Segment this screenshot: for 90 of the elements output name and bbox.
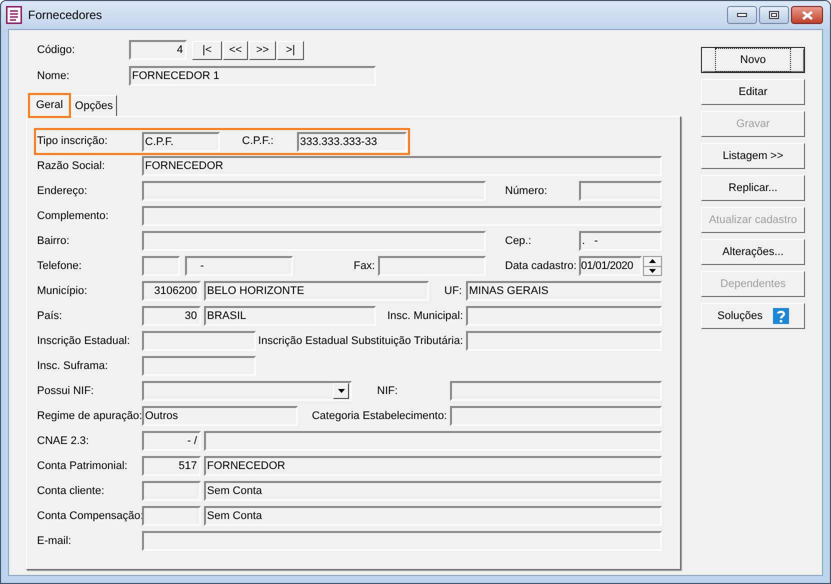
text-field[interactable] [142, 231, 486, 251]
code-field[interactable]: 30 [142, 306, 201, 326]
nav-button[interactable]: >> [249, 40, 276, 60]
name-field[interactable]: FORNECEDOR 1 [129, 66, 376, 86]
text-field[interactable]: . - [579, 231, 662, 251]
text-field[interactable] [142, 256, 180, 276]
text-field[interactable]: Outros [142, 406, 298, 426]
nav-button[interactable]: << [223, 40, 248, 60]
text-field[interactable] [142, 206, 662, 226]
text-field[interactable]: MINAS GERAIS [466, 281, 662, 301]
up-arrow-icon [649, 259, 656, 264]
text-field[interactable] [579, 181, 662, 201]
field-label: Código: [37, 44, 75, 56]
code-field[interactable]: 4 [129, 40, 187, 60]
text-field[interactable]: BRASIL [204, 306, 376, 326]
field-label: UF: [444, 284, 462, 299]
code-field[interactable] [142, 481, 201, 501]
text-field[interactable] [450, 406, 662, 426]
field-label: Razão Social: [37, 158, 105, 174]
nav-button[interactable]: |< [192, 40, 222, 60]
nav-button[interactable]: >| [277, 40, 304, 60]
action-button[interactable]: Alterações... [701, 239, 805, 265]
close-button[interactable] [791, 6, 823, 24]
field-label: Insc. Suframa: [37, 358, 108, 374]
help-icon [772, 308, 789, 324]
text-field[interactable] [378, 256, 486, 276]
text-field[interactable] [142, 331, 256, 351]
field-label: Inscrição Estadual: [37, 334, 130, 349]
text-field[interactable]: C.P.F. [142, 132, 220, 152]
text-field[interactable]: Sem Conta [204, 506, 662, 526]
code-field[interactable]: 517 [142, 456, 201, 476]
text-field[interactable] [466, 306, 662, 326]
text-field[interactable]: 333.333.333-33 [297, 132, 407, 152]
field-label: País: [37, 308, 62, 324]
field-label: Conta Compensação: [37, 508, 144, 524]
field-label: E-mail: [37, 534, 72, 549]
field-label: Município: [37, 284, 88, 299]
field-label: Telefone: [37, 258, 82, 274]
minimize-button[interactable] [727, 6, 757, 24]
field-label: Número: [505, 184, 548, 199]
spin-control[interactable] [643, 256, 662, 276]
text-field[interactable]: FORNECEDOR [142, 156, 662, 176]
maximize-button[interactable] [759, 6, 789, 24]
field-label: NIF: [377, 384, 398, 399]
text-field[interactable] [142, 531, 662, 551]
field-label: Inscrição Estadual Substituição Tributária: [258, 334, 463, 349]
code-field[interactable]: - / [142, 431, 201, 451]
action-button[interactable]: Listagem >> [701, 143, 805, 169]
text-field[interactable]: BELO HORIZONTE [204, 281, 429, 301]
help-button[interactable]: Soluções [701, 303, 805, 329]
text-field[interactable] [450, 381, 662, 401]
field-label: Data cadastro: [505, 258, 577, 274]
action-button[interactable]: Editar [701, 79, 805, 105]
down-arrow-icon [649, 268, 656, 273]
text-field[interactable]: Sem Conta [204, 481, 662, 501]
field-label: Fax: [354, 258, 375, 274]
tab[interactable]: Geral [28, 93, 71, 118]
text-field[interactable] [142, 356, 256, 376]
field-label: Regime de apuração: [37, 408, 142, 424]
close-icon [802, 10, 812, 20]
field-label: Tipo inscrição: [37, 134, 108, 150]
field-label: CNAE 2.3: [37, 434, 89, 449]
code-field[interactable]: 3106200 [142, 281, 201, 301]
restore-icon [769, 11, 779, 19]
field-label: Cep.: [505, 234, 532, 249]
field-label: Categoria Estabelecimento: [312, 408, 447, 424]
action-button[interactable]: Novo [701, 47, 805, 73]
field-label: Conta cliente: [37, 484, 104, 499]
field-label: Nome: [37, 70, 70, 82]
field-label: Endereço: [37, 184, 88, 199]
document-icon [6, 6, 22, 24]
text-field[interactable]: - [185, 256, 293, 276]
minimize-icon [737, 13, 747, 17]
field-label: Possui NIF: [37, 384, 94, 399]
text-field[interactable] [204, 431, 662, 451]
field-label: Bairro: [37, 234, 70, 249]
text-field[interactable] [142, 181, 486, 201]
field-label: Insc. Municipal: [387, 308, 463, 324]
dropdown-field[interactable] [142, 381, 352, 401]
field-label: Conta Patrimonial: [37, 458, 128, 474]
tab[interactable]: Opções [70, 95, 117, 116]
dropdown-arrow-icon [338, 389, 344, 393]
field-label: Complemento: [37, 208, 109, 224]
action-button[interactable]: Replicar... [701, 175, 805, 201]
date-field[interactable]: 01/01/2020 [579, 256, 642, 276]
text-field[interactable] [466, 331, 662, 351]
window-title: Fornecedores [28, 7, 102, 24]
text-field[interactable]: FORNECEDOR [204, 456, 662, 476]
code-field[interactable] [142, 506, 201, 526]
field-label: C.P.F.: [242, 134, 274, 150]
